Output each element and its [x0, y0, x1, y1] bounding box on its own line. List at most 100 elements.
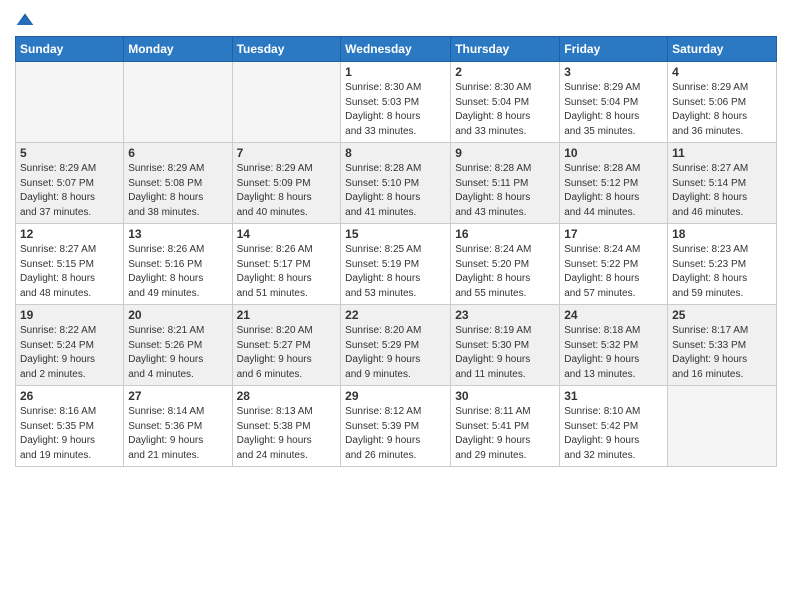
day-info: Sunrise: 8:29 AMSunset: 5:09 PMDaylight:… [237, 162, 337, 220]
day-number: 30 [455, 389, 555, 403]
calendar-day-cell: 12 Sunrise: 8:27 AMSunset: 5:15 PMDayligh… [16, 224, 124, 305]
weekday-header: Monday [124, 37, 232, 62]
logo [15, 10, 37, 30]
day-number: 12 [20, 227, 119, 241]
day-number: 5 [20, 146, 119, 160]
calendar-day-cell: 5 Sunrise: 8:29 AMSunset: 5:07 PMDaylight… [16, 143, 124, 224]
day-info: Sunrise: 8:24 AMSunset: 5:22 PMDaylight:… [564, 243, 663, 301]
day-info: Sunrise: 8:29 AMSunset: 5:07 PMDaylight:… [20, 162, 119, 220]
calendar-day-cell: 14 Sunrise: 8:26 AMSunset: 5:17 PMDayligh… [232, 224, 341, 305]
day-info: Sunrise: 8:29 AMSunset: 5:06 PMDaylight:… [672, 81, 772, 139]
calendar-week-row: 1 Sunrise: 8:30 AMSunset: 5:03 PMDaylight… [16, 62, 777, 143]
day-info: Sunrise: 8:21 AMSunset: 5:26 PMDaylight:… [128, 324, 227, 382]
day-info: Sunrise: 8:28 AMSunset: 5:12 PMDaylight:… [564, 162, 663, 220]
calendar-day-cell: 16 Sunrise: 8:24 AMSunset: 5:20 PMDayligh… [451, 224, 560, 305]
day-number: 7 [237, 146, 337, 160]
calendar-day-cell: 2 Sunrise: 8:30 AMSunset: 5:04 PMDaylight… [451, 62, 560, 143]
day-number: 21 [237, 308, 337, 322]
day-info: Sunrise: 8:26 AMSunset: 5:17 PMDaylight:… [237, 243, 337, 301]
calendar-day-cell [124, 62, 232, 143]
day-number: 9 [455, 146, 555, 160]
day-info: Sunrise: 8:20 AMSunset: 5:27 PMDaylight:… [237, 324, 337, 382]
calendar-day-cell: 1 Sunrise: 8:30 AMSunset: 5:03 PMDaylight… [341, 62, 451, 143]
calendar-week-row: 5 Sunrise: 8:29 AMSunset: 5:07 PMDaylight… [16, 143, 777, 224]
weekday-header: Saturday [668, 37, 777, 62]
day-number: 3 [564, 65, 663, 79]
day-number: 19 [20, 308, 119, 322]
calendar-day-cell: 28 Sunrise: 8:13 AMSunset: 5:38 PMDayligh… [232, 386, 341, 467]
day-number: 26 [20, 389, 119, 403]
day-info: Sunrise: 8:13 AMSunset: 5:38 PMDaylight:… [237, 405, 337, 463]
calendar-day-cell: 31 Sunrise: 8:10 AMSunset: 5:42 PMDayligh… [560, 386, 668, 467]
calendar-day-cell: 8 Sunrise: 8:28 AMSunset: 5:10 PMDaylight… [341, 143, 451, 224]
header [15, 10, 777, 30]
day-number: 15 [345, 227, 446, 241]
calendar-day-cell: 7 Sunrise: 8:29 AMSunset: 5:09 PMDaylight… [232, 143, 341, 224]
day-info: Sunrise: 8:19 AMSunset: 5:30 PMDaylight:… [455, 324, 555, 382]
day-info: Sunrise: 8:29 AMSunset: 5:04 PMDaylight:… [564, 81, 663, 139]
weekday-header: Friday [560, 37, 668, 62]
day-info: Sunrise: 8:17 AMSunset: 5:33 PMDaylight:… [672, 324, 772, 382]
calendar-day-cell: 4Sunrise: 8:29 AMSunset: 5:06 PMDaylight… [668, 62, 777, 143]
calendar-day-cell: 3 Sunrise: 8:29 AMSunset: 5:04 PMDaylight… [560, 62, 668, 143]
calendar-day-cell [16, 62, 124, 143]
day-number: 16 [455, 227, 555, 241]
calendar-day-cell: 15 Sunrise: 8:25 AMSunset: 5:19 PMDayligh… [341, 224, 451, 305]
calendar-day-cell: 19Sunrise: 8:22 AMSunset: 5:24 PMDayligh… [16, 305, 124, 386]
day-number: 17 [564, 227, 663, 241]
calendar-day-cell: 11 Sunrise: 8:27 AMSunset: 5:14 PMDayligh… [668, 143, 777, 224]
day-info: Sunrise: 8:14 AMSunset: 5:36 PMDaylight:… [128, 405, 227, 463]
day-info: Sunrise: 8:24 AMSunset: 5:20 PMDaylight:… [455, 243, 555, 301]
day-number: 8 [345, 146, 446, 160]
day-number: 27 [128, 389, 227, 403]
weekday-header: Thursday [451, 37, 560, 62]
day-info: Sunrise: 8:30 AMSunset: 5:03 PMDaylight:… [345, 81, 446, 139]
day-number: 28 [237, 389, 337, 403]
weekday-header: Tuesday [232, 37, 341, 62]
calendar-day-cell: 25Sunrise: 8:17 AMSunset: 5:33 PMDayligh… [668, 305, 777, 386]
calendar-week-row: 12 Sunrise: 8:27 AMSunset: 5:15 PMDayligh… [16, 224, 777, 305]
calendar-day-cell [232, 62, 341, 143]
calendar-day-cell: 23Sunrise: 8:19 AMSunset: 5:30 PMDayligh… [451, 305, 560, 386]
day-number: 2 [455, 65, 555, 79]
page: SundayMondayTuesdayWednesdayThursdayFrid… [0, 0, 792, 612]
day-number: 29 [345, 389, 446, 403]
day-number: 1 [345, 65, 446, 79]
day-number: 20 [128, 308, 227, 322]
day-info: Sunrise: 8:28 AMSunset: 5:11 PMDaylight:… [455, 162, 555, 220]
day-info: Sunrise: 8:27 AMSunset: 5:15 PMDaylight:… [20, 243, 119, 301]
calendar-day-cell: 10 Sunrise: 8:28 AMSunset: 5:12 PMDayligh… [560, 143, 668, 224]
day-number: 13 [128, 227, 227, 241]
day-number: 10 [564, 146, 663, 160]
day-number: 14 [237, 227, 337, 241]
day-number: 18 [672, 227, 772, 241]
day-number: 11 [672, 146, 772, 160]
day-info: Sunrise: 8:16 AMSunset: 5:35 PMDaylight:… [20, 405, 119, 463]
day-info: Sunrise: 8:10 AMSunset: 5:42 PMDaylight:… [564, 405, 663, 463]
day-info: Sunrise: 8:30 AMSunset: 5:04 PMDaylight:… [455, 81, 555, 139]
calendar-day-cell: 27 Sunrise: 8:14 AMSunset: 5:36 PMDayligh… [124, 386, 232, 467]
calendar-day-cell: 20 Sunrise: 8:21 AMSunset: 5:26 PMDayligh… [124, 305, 232, 386]
day-number: 31 [564, 389, 663, 403]
day-info: Sunrise: 8:23 AMSunset: 5:23 PMDaylight:… [672, 243, 772, 301]
calendar-day-cell: 26 Sunrise: 8:16 AMSunset: 5:35 PMDayligh… [16, 386, 124, 467]
calendar-day-cell: 30Sunrise: 8:11 AMSunset: 5:41 PMDayligh… [451, 386, 560, 467]
weekday-header: Wednesday [341, 37, 451, 62]
day-number: 6 [128, 146, 227, 160]
day-number: 24 [564, 308, 663, 322]
calendar-day-cell: 29Sunrise: 8:12 AMSunset: 5:39 PMDayligh… [341, 386, 451, 467]
day-info: Sunrise: 8:27 AMSunset: 5:14 PMDaylight:… [672, 162, 772, 220]
day-info: Sunrise: 8:18 AMSunset: 5:32 PMDaylight:… [564, 324, 663, 382]
day-info: Sunrise: 8:28 AMSunset: 5:10 PMDaylight:… [345, 162, 446, 220]
calendar-day-cell [668, 386, 777, 467]
day-info: Sunrise: 8:29 AMSunset: 5:08 PMDaylight:… [128, 162, 227, 220]
day-info: Sunrise: 8:25 AMSunset: 5:19 PMDaylight:… [345, 243, 446, 301]
calendar-header-row: SundayMondayTuesdayWednesdayThursdayFrid… [16, 37, 777, 62]
logo-icon [15, 10, 35, 30]
calendar-day-cell: 21 Sunrise: 8:20 AMSunset: 5:27 PMDayligh… [232, 305, 341, 386]
calendar-day-cell: 22Sunrise: 8:20 AMSunset: 5:29 PMDayligh… [341, 305, 451, 386]
day-info: Sunrise: 8:26 AMSunset: 5:16 PMDaylight:… [128, 243, 227, 301]
day-info: Sunrise: 8:20 AMSunset: 5:29 PMDaylight:… [345, 324, 446, 382]
calendar-day-cell: 9 Sunrise: 8:28 AMSunset: 5:11 PMDaylight… [451, 143, 560, 224]
calendar-day-cell: 13 Sunrise: 8:26 AMSunset: 5:16 PMDayligh… [124, 224, 232, 305]
